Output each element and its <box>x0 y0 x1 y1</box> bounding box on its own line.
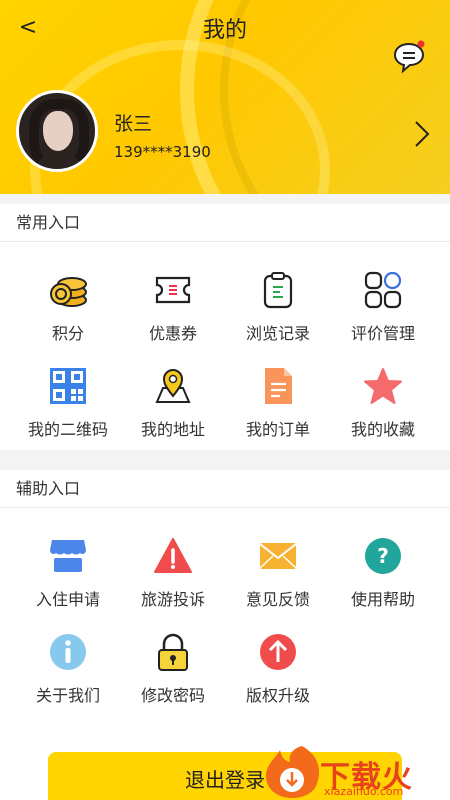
entry-help[interactable]: ? 使用帮助 <box>327 536 439 610</box>
entry-label: 版权升级 <box>245 686 310 705</box>
chevron-right-icon[interactable] <box>410 118 434 150</box>
chat-bubble-icon[interactable] <box>392 40 426 74</box>
star-icon <box>364 368 402 404</box>
entry-label: 优惠券 <box>148 324 197 343</box>
entry-favorites[interactable]: 我的收藏 <box>327 366 439 440</box>
ticket-icon <box>155 276 191 304</box>
profile-header: < 我的 张三 139****3190 <box>0 0 450 194</box>
help-icon: ? <box>365 538 401 574</box>
entry-label: 修改密码 <box>140 686 205 705</box>
coins-icon <box>50 277 87 307</box>
user-name: 张三 <box>114 113 153 135</box>
info-icon <box>50 634 86 670</box>
entry-label: 使用帮助 <box>350 590 415 609</box>
avatar-face <box>43 111 73 151</box>
entry-label: 意见反馈 <box>245 590 310 609</box>
entry-about[interactable]: 关于我们 <box>12 632 124 706</box>
warning-icon <box>154 538 192 573</box>
entry-label: 评价管理 <box>350 324 415 343</box>
shop-icon <box>50 540 86 572</box>
envelope-icon <box>259 543 297 569</box>
entry-browse-history[interactable]: 浏览记录 <box>222 270 334 344</box>
section-title: 辅助入口 <box>0 470 450 508</box>
entry-label: 积分 <box>51 324 84 343</box>
entry-checkin-apply[interactable]: 入住申请 <box>12 536 124 610</box>
entry-qrcode[interactable]: 我的二维码 <box>12 366 124 440</box>
entry-label: 旅游投诉 <box>140 590 205 609</box>
grid-icon <box>364 271 402 309</box>
section-title: 常用入口 <box>0 204 450 242</box>
entry-address[interactable]: 我的地址 <box>117 366 229 440</box>
entry-change-password[interactable]: 修改密码 <box>117 632 229 706</box>
entry-complaint[interactable]: 旅游投诉 <box>117 536 229 610</box>
entry-label: 我的地址 <box>140 420 205 439</box>
clipboard-icon <box>263 272 293 309</box>
page-title: 我的 <box>202 18 247 43</box>
entry-label: 我的订单 <box>245 420 310 439</box>
entry-label: 关于我们 <box>35 686 100 705</box>
avatar[interactable] <box>16 90 98 172</box>
svg-text:?: ? <box>377 544 389 568</box>
entry-points[interactable]: 积分 <box>12 270 124 344</box>
common-entry-section: 常用入口 积分 优惠券 浏览记录 评价管理 我的二维码 我的地址 我的订单 我的… <box>0 204 450 450</box>
map-pin-icon <box>155 369 191 403</box>
watermark-url: xiazaihuo.com <box>324 785 404 798</box>
profile-page: < 我的 张三 139****3190 常用入口 积分 优惠券 浏览记录 评价管… <box>0 0 450 800</box>
entry-label: 浏览记录 <box>245 324 310 343</box>
document-icon <box>265 368 292 404</box>
entry-label: 我的二维码 <box>27 420 108 439</box>
qrcode-icon <box>50 368 86 404</box>
entry-feedback[interactable]: 意见反馈 <box>222 536 334 610</box>
entry-coupon[interactable]: 优惠券 <box>117 270 229 344</box>
entry-upgrade[interactable]: 版权升级 <box>222 632 334 706</box>
entry-label: 我的收藏 <box>350 420 415 439</box>
upgrade-icon <box>260 634 296 670</box>
entry-label: 入住申请 <box>35 590 100 609</box>
user-phone: 139****3190 <box>114 143 211 161</box>
entry-orders[interactable]: 我的订单 <box>222 366 334 440</box>
entry-review-manage[interactable]: 评价管理 <box>327 270 439 344</box>
lock-icon <box>158 633 188 671</box>
